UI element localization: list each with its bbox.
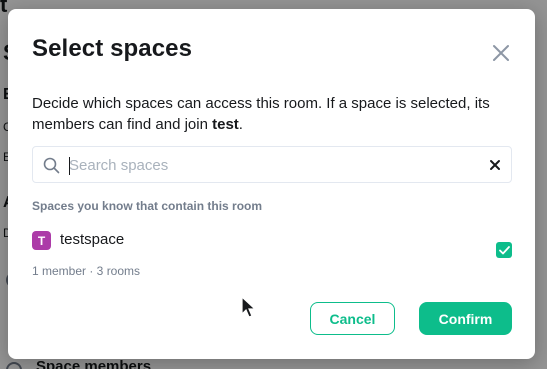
section-label: Spaces you know that contain this room bbox=[32, 199, 263, 213]
search-field[interactable] bbox=[32, 146, 512, 183]
dialog-description: Decide which spaces can access this room… bbox=[32, 93, 512, 135]
close-icon[interactable] bbox=[490, 42, 512, 64]
search-input[interactable] bbox=[69, 155, 469, 175]
confirm-button[interactable]: Confirm bbox=[419, 302, 512, 335]
search-icon bbox=[43, 157, 60, 174]
space-checkbox[interactable] bbox=[496, 242, 512, 258]
background-option-label: Space members bbox=[36, 358, 152, 369]
description-end: . bbox=[238, 116, 243, 133]
space-list-item[interactable]: T testspace 1 member · 3 rooms bbox=[32, 229, 512, 289]
text-caret bbox=[69, 157, 70, 175]
space-name: testspace bbox=[60, 231, 125, 248]
background-heading-fragment: t bbox=[0, 0, 8, 17]
description-text: Decide which spaces can access this room… bbox=[32, 95, 490, 133]
select-spaces-dialog: Select spaces Decide which spaces can ac… bbox=[8, 9, 535, 359]
check-icon bbox=[498, 245, 510, 254]
background-radio bbox=[6, 362, 22, 369]
dialog-title: Select spaces bbox=[32, 35, 193, 62]
avatar: T bbox=[32, 231, 51, 250]
clear-icon[interactable] bbox=[487, 157, 503, 173]
space-meta: 1 member · 3 rooms bbox=[32, 264, 141, 278]
cancel-button[interactable]: Cancel bbox=[310, 302, 395, 335]
room-name: test bbox=[212, 116, 239, 133]
mouse-pointer-icon bbox=[241, 296, 257, 318]
